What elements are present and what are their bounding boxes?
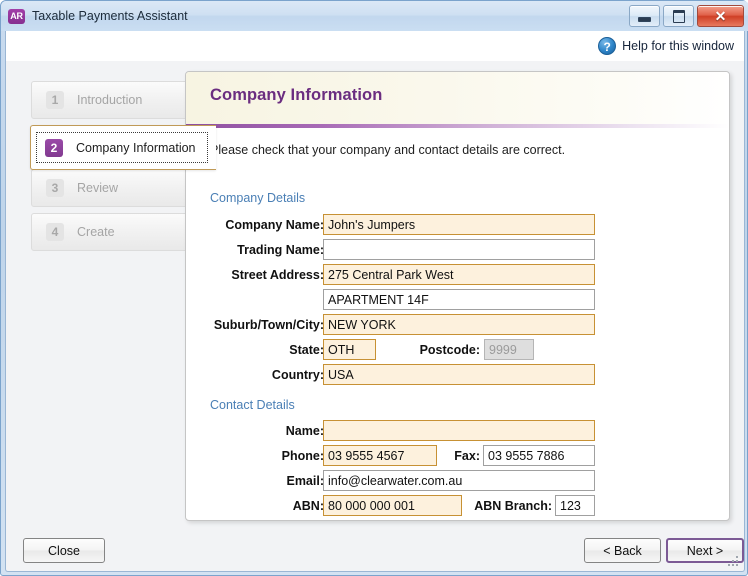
sidebar-item-label: Create: [77, 225, 115, 239]
abn-label: ABN:: [292, 499, 324, 513]
sidebar-item-label: Review: [77, 181, 118, 195]
app-logo-icon: AR: [8, 8, 25, 24]
help-for-this-window-link[interactable]: ? Help for this window: [598, 37, 734, 55]
application-window: AR Taxable Payments Assistant ✕ ? Help f…: [0, 0, 748, 576]
help-link-label: Help for this window: [622, 39, 734, 53]
country-label: Country:: [271, 368, 324, 382]
close-button[interactable]: Close: [23, 538, 105, 563]
fax-label: Fax:: [454, 449, 480, 463]
trading-name-label: Trading Name:: [237, 243, 324, 257]
step-number-badge: 1: [46, 91, 64, 109]
contact-name-label: Name:: [285, 424, 324, 438]
sidebar-item-introduction[interactable]: 1 Introduction: [31, 81, 191, 119]
client-area: 1 Introduction 3 Review 4 Create 2 Compa…: [5, 61, 745, 531]
page-title: Company Information: [210, 86, 383, 104]
step-number-badge: 4: [46, 223, 64, 241]
email-label: Email:: [286, 474, 324, 488]
step-number-badge: 3: [46, 179, 64, 197]
company-name-input[interactable]: [323, 214, 595, 235]
close-icon: ✕: [714, 8, 727, 24]
question-mark-icon: ?: [598, 37, 617, 55]
trading-name-input[interactable]: [323, 239, 595, 260]
sidebar-item-label: Introduction: [77, 93, 143, 107]
window-title: Taxable Payments Assistant: [32, 9, 188, 23]
intro-text: Please check that your company and conta…: [210, 143, 566, 157]
help-bar: ? Help for this window: [5, 31, 745, 61]
wizard-step-list: 1 Introduction 3 Review 4 Create 2 Compa…: [30, 81, 216, 257]
street-address-line2-input[interactable]: [323, 289, 595, 310]
panel-header: Company Information: [186, 72, 729, 124]
suburb-input[interactable]: [323, 314, 595, 335]
contact-name-input[interactable]: [323, 420, 595, 441]
country-input[interactable]: [323, 364, 595, 385]
back-button[interactable]: < Back: [584, 538, 661, 563]
state-label: State:: [289, 343, 324, 357]
sidebar-item-create[interactable]: 4 Create: [31, 213, 191, 251]
maximize-icon: [672, 9, 685, 23]
email-input[interactable]: [323, 470, 595, 491]
suburb-label: Suburb/Town/City:: [213, 318, 324, 332]
section-heading-contact-details: Contact Details: [210, 398, 295, 412]
sidebar-item-company-information[interactable]: 2 Company Information: [30, 125, 216, 170]
state-input[interactable]: [323, 339, 376, 360]
abn-branch-input[interactable]: [555, 495, 595, 516]
street-address-label: Street Address:: [231, 268, 324, 282]
footer-bar: Close < Back Next >: [5, 531, 745, 572]
resize-grip-icon[interactable]: [728, 556, 740, 568]
minimize-icon: [638, 17, 651, 22]
fax-input[interactable]: [483, 445, 595, 466]
company-name-label: Company Name:: [225, 218, 324, 232]
phone-label: Phone:: [281, 449, 324, 463]
maximize-button[interactable]: [663, 5, 694, 27]
abn-branch-label: ABN Branch:: [474, 499, 552, 513]
content-panel: Company Information Please check that yo…: [185, 71, 730, 521]
sidebar-item-label: Company Information: [76, 140, 196, 155]
close-window-button[interactable]: ✕: [697, 5, 744, 27]
postcode-input: [484, 339, 534, 360]
section-heading-company-details: Company Details: [210, 191, 306, 205]
sidebar-item-review[interactable]: 3 Review: [31, 169, 191, 207]
street-address-input[interactable]: [323, 264, 595, 285]
window-controls: ✕: [629, 5, 744, 27]
abn-input[interactable]: [323, 495, 462, 516]
postcode-label: Postcode:: [419, 343, 480, 357]
title-bar: AR Taxable Payments Assistant ✕: [1, 1, 748, 31]
header-divider: [186, 124, 729, 128]
step-number-badge: 2: [45, 138, 63, 157]
minimize-button[interactable]: [629, 5, 660, 27]
